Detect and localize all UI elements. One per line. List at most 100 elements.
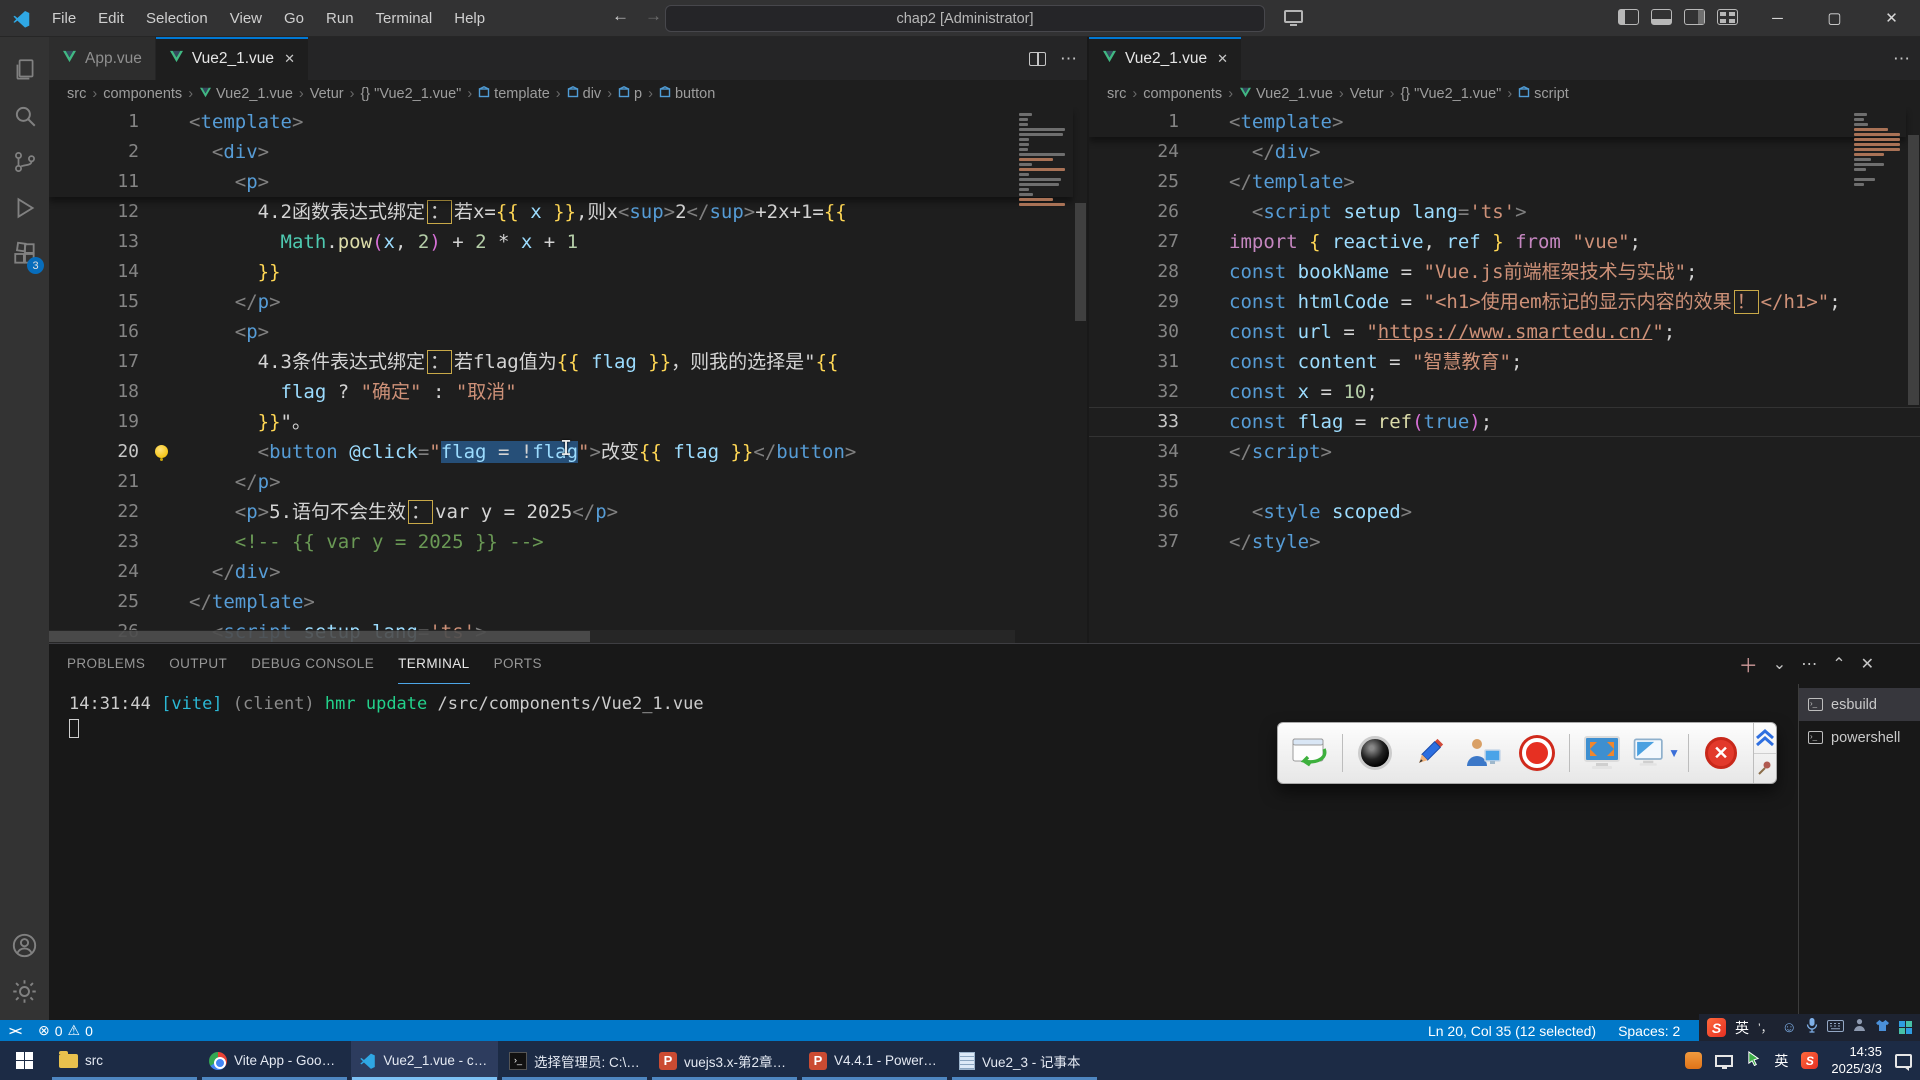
forward-arrow-icon[interactable]: → [645, 6, 662, 26]
pin-icon[interactable] [1754, 754, 1776, 784]
indentation[interactable]: Spaces: 2 [1618, 1023, 1680, 1039]
tray-network-icon[interactable] [1715, 1055, 1733, 1067]
start-button[interactable] [0, 1041, 48, 1080]
code-line[interactable]: 14 }} [49, 257, 1087, 287]
new-terminal-icon[interactable]: ＋ [1739, 651, 1758, 678]
account-icon[interactable] [0, 922, 49, 968]
window-restore-icon[interactable] [1286, 729, 1334, 777]
ime-keyboard-icon[interactable] [1827, 1019, 1844, 1037]
code-line[interactable]: 25</template> [49, 587, 1087, 617]
breadcrumb-item[interactable]: Vetur [310, 86, 344, 102]
code-line[interactable]: 30const url = "https://www.smartedu.cn/"… [1089, 317, 1920, 347]
taskbar-item[interactable]: ›_选择管理员: C:\Wi... [501, 1041, 648, 1080]
menu-go[interactable]: Go [273, 6, 315, 31]
source-control-icon[interactable] [0, 139, 49, 185]
tab-vue2-1-vue-right[interactable]: Vue2_1.vue ✕ [1089, 37, 1242, 80]
settings-gear-icon[interactable] [0, 968, 49, 1014]
ime-punctuation-icon[interactable]: ’， [1758, 1019, 1773, 1036]
more-actions-icon[interactable]: ⋯ [1060, 49, 1077, 69]
vertical-scrollbar[interactable] [1907, 107, 1920, 643]
code-line[interactable]: 21 </p> [49, 467, 1087, 497]
back-arrow-icon[interactable]: ← [612, 6, 629, 26]
breadcrumb-item[interactable]: Vue2_1.vue [199, 86, 293, 102]
code-line[interactable]: 11 <p> [49, 167, 1073, 197]
more-actions-icon[interactable]: ⋯ [1893, 49, 1910, 69]
taskbar-item[interactable]: Vite App - Googl... [201, 1041, 348, 1080]
screencast-monitor-icon[interactable] [1284, 10, 1303, 23]
cursor-position[interactable]: Ln 20, Col 35 (12 selected) [1428, 1023, 1596, 1039]
code-line[interactable]: 23 <!-- {{ var y = 2025 }} --> [49, 527, 1087, 557]
code-line[interactable]: 13 Math.pow(x, 2) + 2 * x + 1 [49, 227, 1087, 257]
explorer-icon[interactable] [0, 47, 49, 93]
tray-pointer-icon[interactable] [1746, 1051, 1761, 1071]
code-line[interactable]: 27import { reactive, ref } from "vue"; [1089, 227, 1920, 257]
breadcrumb-item[interactable]: Vue2_1.vue [1239, 86, 1333, 102]
taskbar-item[interactable]: src [51, 1041, 198, 1080]
breadcrumb-item[interactable]: src [67, 86, 86, 102]
code-line[interactable]: 24 </div> [49, 557, 1087, 587]
tab-close-icon[interactable]: ✕ [282, 51, 295, 67]
camera-icon[interactable] [1351, 729, 1399, 777]
code-line[interactable]: 22 <p>5.语句不会生效：var y = 2025</p> [49, 497, 1087, 527]
tray-app-icon[interactable] [1685, 1052, 1702, 1069]
tab-app-vue[interactable]: App.vue [49, 37, 156, 80]
ime-person-icon[interactable] [1853, 1018, 1866, 1037]
code-editor-left[interactable]: 12 4.2函数表达式绑定：若x={{ x }},则x<sup>2</sup>+… [49, 107, 1087, 643]
split-editor-icon[interactable] [1029, 52, 1046, 66]
vertical-scrollbar[interactable] [1074, 107, 1087, 643]
ime-mic-icon[interactable] [1806, 1017, 1818, 1038]
restore-button[interactable]: ▢ [1806, 0, 1863, 36]
menu-run[interactable]: Run [315, 6, 365, 31]
code-line[interactable]: 19 }}"。 [49, 407, 1087, 437]
close-toolbar-icon[interactable]: ✕ [1697, 729, 1745, 777]
chevron-down-icon[interactable]: ⌄ [1773, 654, 1786, 674]
menu-help[interactable]: Help [443, 6, 496, 31]
code-line[interactable]: 26 <script setup lang='ts'> [1089, 197, 1920, 227]
pencil-icon[interactable] [1405, 729, 1453, 777]
panel-tab-problems[interactable]: PROBLEMS [67, 644, 145, 684]
breadcrumb-item[interactable]: button [659, 86, 715, 102]
panel-tab-debug-console[interactable]: DEBUG CONSOLE [251, 644, 374, 684]
close-button[interactable]: ✕ [1863, 0, 1920, 36]
panel-tab-output[interactable]: OUTPUT [169, 644, 227, 684]
breadcrumb-item[interactable]: src [1107, 86, 1126, 102]
breadcrumb-item[interactable]: Vetur [1350, 86, 1384, 102]
menu-selection[interactable]: Selection [135, 6, 219, 31]
code-line[interactable]: 18 flag ? "确定" : "取消" [49, 377, 1087, 407]
code-line[interactable]: 1<template> [1089, 107, 1906, 137]
tab-close-icon[interactable]: ✕ [1215, 51, 1228, 67]
code-line[interactable]: 31const content = "智慧教育"; [1089, 347, 1920, 377]
command-center-search[interactable]: chap2 [Administrator] [665, 5, 1265, 32]
breadcrumb-item[interactable]: components [1143, 86, 1222, 102]
panel-tab-terminal[interactable]: TERMINAL [398, 644, 469, 684]
breadcrumb-item[interactable]: components [103, 86, 182, 102]
action-center-icon[interactable] [1895, 1054, 1912, 1068]
minimap[interactable] [1850, 111, 1906, 186]
extensions-icon[interactable]: 3 [0, 231, 49, 277]
fit-screen-icon[interactable] [1578, 729, 1626, 777]
chevron-down-icon[interactable]: ▼ [1668, 746, 1680, 760]
menu-terminal[interactable]: Terminal [365, 6, 444, 31]
toggle-secondary-sidebar-icon[interactable] [1684, 9, 1705, 25]
terminal-item-powershell[interactable]: ›_powershell [1799, 721, 1920, 754]
toggle-panel-icon[interactable] [1651, 9, 1672, 25]
ime-toolbox-icon[interactable] [1899, 1021, 1912, 1034]
code-line[interactable]: 12 4.2函数表达式绑定：若x={{ x }},则x<sup>2</sup>+… [49, 197, 1087, 227]
chevron-up-icon[interactable]: ⌃ [1832, 654, 1845, 674]
code-line[interactable]: 32const x = 10; [1089, 377, 1920, 407]
taskbar-item[interactable]: Vue2_1.vue - cha... [351, 1041, 498, 1080]
tray-sogou-icon[interactable]: S [1801, 1052, 1818, 1069]
tab-vue2-1-vue[interactable]: Vue2_1.vue ✕ [156, 37, 309, 80]
minimize-button[interactable]: ─ [1749, 0, 1806, 36]
code-line[interactable]: 16 <p> [49, 317, 1087, 347]
ime-language-toggle[interactable]: 英 [1735, 1018, 1749, 1038]
close-panel-icon[interactable]: ✕ [1861, 654, 1874, 674]
horizontal-scrollbar[interactable] [49, 630, 1015, 643]
code-editor-right[interactable]: 24 </div>25</template>26 <script setup l… [1089, 107, 1920, 643]
code-line[interactable]: 35 [1089, 467, 1920, 497]
problems-status[interactable]: ⊗0 ⚠0 [30, 1022, 101, 1039]
ellipsis-icon[interactable]: ⋯ [1801, 654, 1817, 674]
breadcrumb-item[interactable]: script [1518, 86, 1569, 102]
code-line[interactable]: 25</template> [1089, 167, 1920, 197]
minimap[interactable] [1015, 111, 1071, 206]
